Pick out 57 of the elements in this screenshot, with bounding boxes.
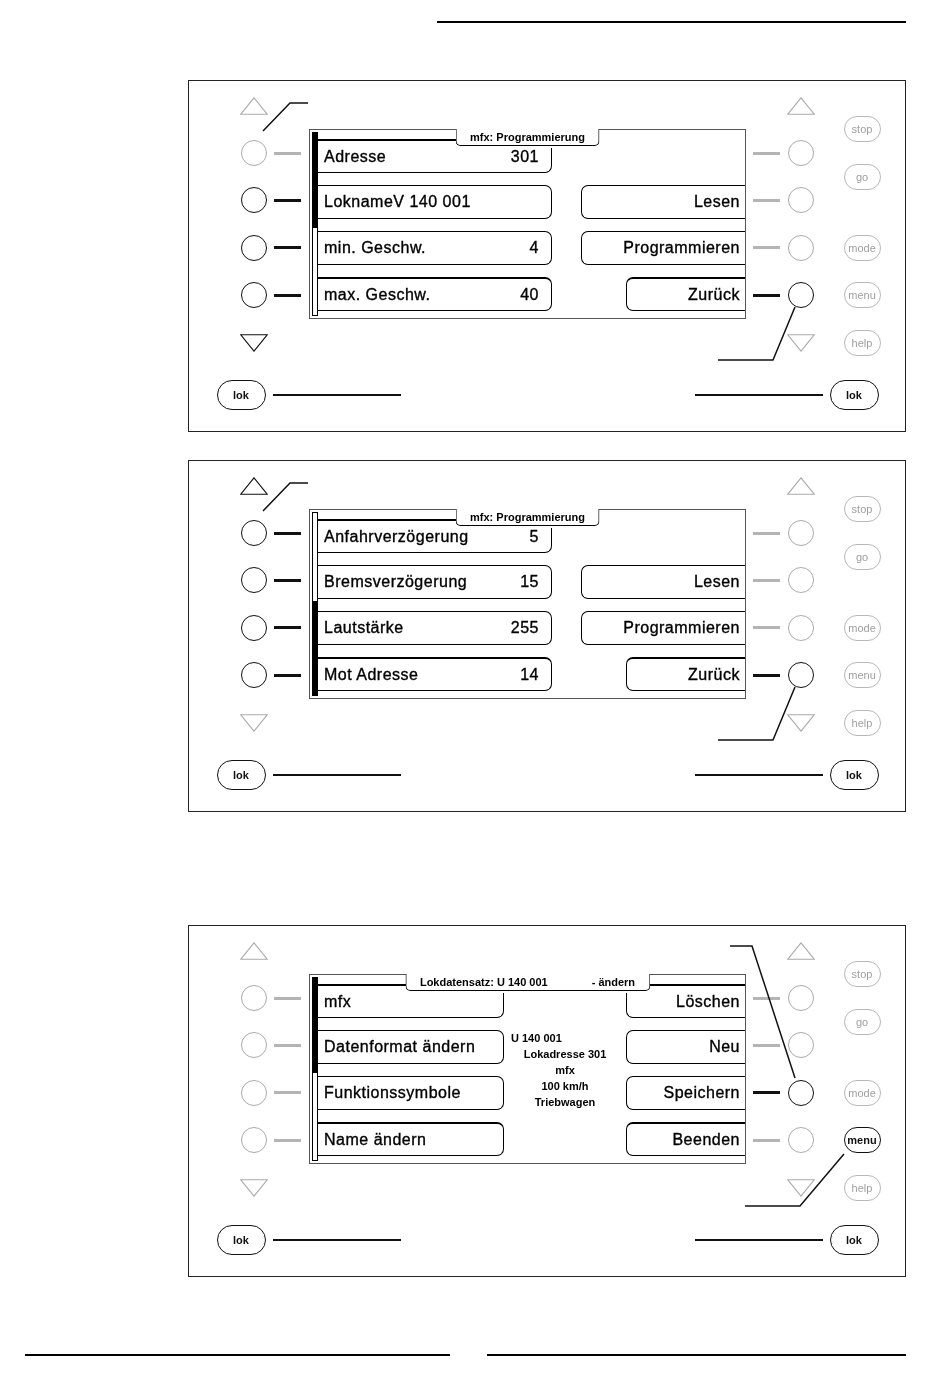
- soft-key[interactable]: Lesen: [581, 185, 745, 220]
- soft-key[interactable]: Löschen: [626, 993, 745, 1019]
- soft-key[interactable]: Name ändern: [318, 1122, 504, 1157]
- soft-key[interactable]: Beenden: [626, 1122, 745, 1157]
- loco-detail: 100 km/h: [541, 1079, 589, 1095]
- key-label: Adresse: [324, 148, 387, 167]
- loco-detail: Triebwagen: [534, 1095, 596, 1111]
- key-label: Lautstärke: [324, 619, 404, 638]
- key-value: 4: [529, 239, 539, 258]
- soft-key[interactable]: Neu: [626, 1030, 745, 1065]
- key-value: 40: [520, 285, 539, 304]
- down-triangle-icon[interactable]: [787, 1178, 815, 1197]
- soft-key[interactable]: max. Geschw. 40: [318, 277, 552, 312]
- loco-detail: Lokadresse 301: [523, 1047, 607, 1063]
- soft-key[interactable]: Mot Adresse 14: [318, 657, 552, 692]
- key-label: max. Geschw.: [324, 285, 431, 304]
- loco-button[interactable]: lok: [216, 380, 266, 411]
- loco-button[interactable]: lok: [829, 1225, 879, 1256]
- key-label: Anfahrverzögerung: [324, 528, 469, 547]
- side-button[interactable]: menu: [843, 1127, 881, 1154]
- soft-key[interactable]: Funktionssymbole: [318, 1076, 504, 1111]
- soft-key[interactable]: Speichern: [626, 1076, 745, 1111]
- screen-title: mfx: Programmierung: [470, 131, 585, 144]
- key-value: 301: [510, 148, 539, 167]
- loco-detail: mfx: [555, 1063, 575, 1079]
- key-value: 5: [529, 528, 539, 547]
- key-value: 255: [510, 619, 539, 638]
- loco-button[interactable]: lok: [829, 380, 879, 411]
- loco-button[interactable]: lok: [216, 760, 266, 791]
- soft-key[interactable]: min. Geschw. 4: [318, 231, 552, 266]
- screen-title: mfx: Programmierung: [470, 511, 585, 524]
- soft-key[interactable]: LoknameV 140 001: [318, 185, 552, 220]
- soft-key[interactable]: Zurück: [626, 657, 745, 692]
- loco-button[interactable]: lok: [216, 1225, 266, 1256]
- soft-key[interactable]: Programmieren: [581, 231, 745, 266]
- leader-line: [262, 482, 309, 512]
- soft-key[interactable]: Zurück: [626, 277, 745, 312]
- soft-key[interactable]: Programmieren: [581, 611, 745, 646]
- leader-line: [262, 102, 309, 132]
- soft-key[interactable]: Adresse 301: [318, 148, 552, 174]
- key-value: 15: [520, 573, 539, 592]
- soft-key[interactable]: Lautstärke 255: [318, 611, 552, 646]
- screen-title: Lokdatensatz: U 140 001: [419, 976, 548, 989]
- loco-name: U 140 001: [511, 1031, 562, 1047]
- key-label: Bremsverzögerung: [324, 573, 468, 592]
- soft-key[interactable]: mfx: [318, 993, 504, 1019]
- key-value: 14: [520, 665, 539, 684]
- soft-key[interactable]: Lesen: [581, 565, 745, 600]
- loco-button[interactable]: lok: [829, 760, 879, 791]
- key-label: min. Geschw.: [324, 239, 427, 258]
- soft-key[interactable]: Datenformat ändern: [318, 1030, 504, 1065]
- title-suffix: - ändern: [591, 976, 636, 989]
- soft-key[interactable]: Anfahrverzögerung 5: [318, 528, 552, 554]
- key-label: Mot Adresse: [324, 665, 419, 684]
- down-triangle-icon[interactable]: [240, 333, 268, 352]
- up-triangle-icon[interactable]: [240, 476, 268, 495]
- soft-key[interactable]: Bremsverzögerung 15: [318, 565, 552, 600]
